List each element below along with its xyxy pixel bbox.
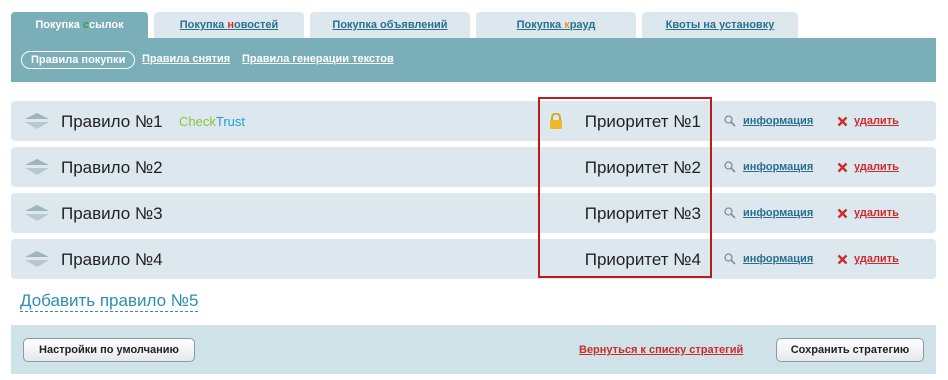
drag-handle-icon[interactable] [25,251,49,267]
footer-bar: Настройки по умолчанию Вернуться к списк… [11,325,936,374]
magnifier-icon [724,161,736,173]
checktrust-badge-part: Trust [215,114,245,129]
rule-row: Правило №2 Приоритет №2 информация удали… [11,147,936,187]
magnifier-icon [724,207,736,219]
drag-handle-icon[interactable] [25,159,49,175]
tab-buy-crowd[interactable]: Покупка крауд [476,12,636,38]
tab-label: Покупка [516,19,565,31]
info-link[interactable]: информация [743,253,813,265]
delete-x-icon [837,116,848,127]
rule-name: Правило №4 [61,250,163,269]
tab-label: ъявлений [393,19,448,31]
tab-label: Покупка [35,19,83,31]
back-to-strategies-link[interactable]: Вернуться к списку стратегий [579,344,743,356]
tab-buy-news[interactable]: Покупка новостей [154,12,304,38]
subnav-buy-rules[interactable]: Правила покупки [21,51,136,69]
rule-name: Правило №1 [61,112,163,131]
delete-x-icon [837,162,848,173]
magnifier-icon [724,115,736,127]
rule-row: Правило №4 Приоритет №4 информация удали… [11,239,936,279]
priority-highlight-box [538,97,712,278]
default-settings-button[interactable]: Настройки по умолчанию [23,338,195,362]
save-strategy-button[interactable]: Сохранить стратегию [776,338,924,362]
delete-link[interactable]: удалить [854,253,899,265]
tab-label: Покупка [179,19,228,31]
magnifier-icon [724,253,736,265]
rule-name: Правило №2 [61,158,163,177]
delete-link[interactable]: удалить [854,207,899,219]
tab-label-accent: н [227,19,234,31]
tab-label: рауд [569,19,596,31]
info-link[interactable]: информация [743,161,813,173]
subnav-removal-rules[interactable]: Правила снятия [142,53,230,65]
info-link[interactable]: информация [743,207,813,219]
info-link[interactable]: информация [743,115,813,127]
delete-x-icon [837,254,848,265]
delete-link[interactable]: удалить [854,161,899,173]
tab-install-quotas[interactable]: Квоты на установку [642,12,798,38]
tab-label: овостей [233,19,279,31]
checktrust-badge: CheckTrust [179,114,245,129]
delete-link[interactable]: удалить [854,115,899,127]
tab-buy-links[interactable]: Покупка ссылок [11,12,148,40]
drag-handle-icon[interactable] [25,113,49,129]
rule-row: Правило №3 Приоритет №3 информация удали… [11,193,936,233]
subnav-bar: Правила покупки Правила снятия Правила г… [11,38,936,82]
checktrust-badge-part: Check [179,114,216,129]
add-rule-link[interactable]: Добавить правило №5 [20,291,199,312]
tab-label: сылок [89,19,124,31]
rule-row: Правило №1 CheckTrust Приоритет №1 инфор… [11,101,936,141]
subnav-text-generation-rules[interactable]: Правила генерации текстов [242,53,394,65]
tab-label: Покупка о [332,19,387,31]
tab-buy-ads[interactable]: Покупка объявлений [310,12,470,38]
drag-handle-icon[interactable] [25,205,49,221]
delete-x-icon [837,208,848,219]
rule-name: Правило №3 [61,204,163,223]
tab-label: Квоты на установку [665,19,775,31]
